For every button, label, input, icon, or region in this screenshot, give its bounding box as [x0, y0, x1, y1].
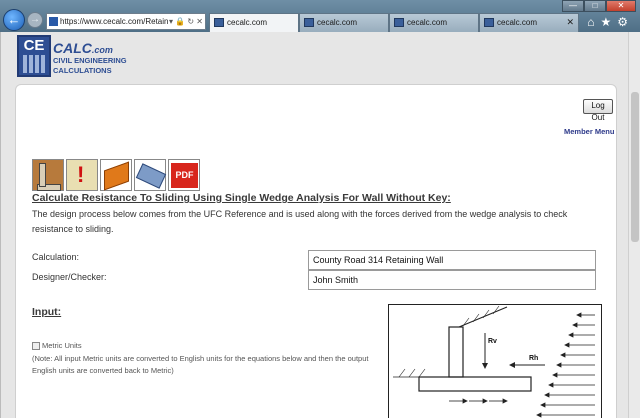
site-favicon-icon — [49, 17, 58, 27]
vertical-scrollbar[interactable] — [628, 32, 640, 418]
member-menu-link[interactable]: Member Menu — [564, 127, 614, 136]
browser-tab[interactable]: cecalc.com ✕ — [479, 13, 579, 32]
metric-units-row: Metric Units — [32, 341, 82, 351]
page-description: The design process below comes from the … — [32, 209, 568, 234]
address-bar-controls[interactable]: ▾ 🔒 ↻ ✕ — [169, 14, 203, 29]
tab-favicon-icon — [484, 18, 494, 28]
tab-close-icon[interactable]: ✕ — [566, 14, 574, 31]
tab-label: cecalc.com — [227, 18, 268, 27]
metric-units-label: Metric Units — [42, 341, 82, 350]
window-controls: — □ ✕ — [562, 0, 636, 12]
logo-ce: CE — [23, 37, 45, 54]
metric-units-checkbox[interactable] — [32, 342, 40, 351]
tab-favicon-icon — [394, 18, 404, 28]
window-close-icon[interactable]: ✕ — [606, 0, 636, 12]
logout-button[interactable]: Log Out — [583, 99, 613, 122]
scrollbar-thumb[interactable] — [631, 92, 639, 242]
wall-force-diagram: Rv Rh — [388, 304, 602, 418]
main-content: Log Out Member Menu ! PDF Calculate Resi… — [15, 84, 617, 418]
designer-input[interactable]: John Smith — [308, 270, 596, 290]
back-arrow-icon[interactable]: ← — [3, 9, 25, 31]
rv-label: Rv — [488, 338, 497, 345]
print-icon[interactable] — [134, 159, 167, 191]
favorites-star-icon[interactable]: ★ — [600, 15, 617, 29]
browser-tab[interactable]: cecalc.com — [389, 13, 479, 32]
wall-footing — [418, 376, 532, 392]
wall-diagram-svg: Rv Rh — [393, 305, 595, 418]
url-text: https://www.cecalc.com/Retain — [60, 17, 169, 26]
tab-label: cecalc.com — [317, 18, 358, 27]
book-icon[interactable] — [100, 159, 132, 191]
page-title: Calculate Resistance To Sliding Using Si… — [32, 192, 451, 204]
tab-favicon-icon — [214, 18, 224, 28]
backfill-slope-line — [458, 306, 508, 328]
tab-label: cecalc.com — [497, 18, 538, 27]
address-bar[interactable]: https://www.cecalc.com/Retain ▾ 🔒 ↻ ✕ — [46, 13, 206, 30]
warning-icon[interactable]: ! — [66, 159, 98, 191]
browser-tab[interactable]: cecalc.com — [209, 13, 299, 32]
designer-label: Designer/Checker: — [32, 272, 107, 282]
browser-chrome: ← → https://www.cecalc.com/Retain ▾ 🔒 ↻ … — [0, 0, 640, 32]
rh-label: Rh — [529, 355, 538, 362]
input-section-heading: Input: — [32, 306, 62, 318]
home-icon[interactable]: ⌂ — [587, 15, 600, 29]
minimize-icon[interactable]: — — [562, 0, 584, 12]
browser-tab[interactable]: cecalc.com — [299, 13, 389, 32]
maximize-icon[interactable]: □ — [584, 0, 606, 12]
forward-arrow-icon[interactable]: → — [27, 12, 43, 28]
wall-icon[interactable] — [32, 159, 64, 191]
logo-subtitle: CIVIL ENGINEERING CALCULATIONS — [53, 56, 127, 75]
calculation-label: Calculation: — [32, 252, 80, 262]
cecalc-logo[interactable]: CE — [17, 35, 51, 77]
calculation-input[interactable]: County Road 314 Retaining Wall — [308, 250, 596, 270]
pressure-arrows — [536, 312, 595, 418]
wall-stem — [448, 326, 464, 378]
tab-favicon-icon — [304, 18, 314, 28]
settings-gear-icon[interactable]: ⚙ — [617, 15, 634, 29]
browser-tools: ⌂★⚙ — [587, 15, 634, 29]
logo-wordmark: CALC.com — [53, 40, 113, 56]
page-viewport: CE CALC.com CIVIL ENGINEERING CALCULATIO… — [0, 32, 628, 418]
logo-grid-icon — [23, 55, 45, 73]
pdf-icon[interactable]: PDF — [168, 159, 200, 191]
tab-label: cecalc.com — [407, 18, 448, 27]
metric-note: (Note: All input Metric units are conver… — [32, 354, 369, 375]
